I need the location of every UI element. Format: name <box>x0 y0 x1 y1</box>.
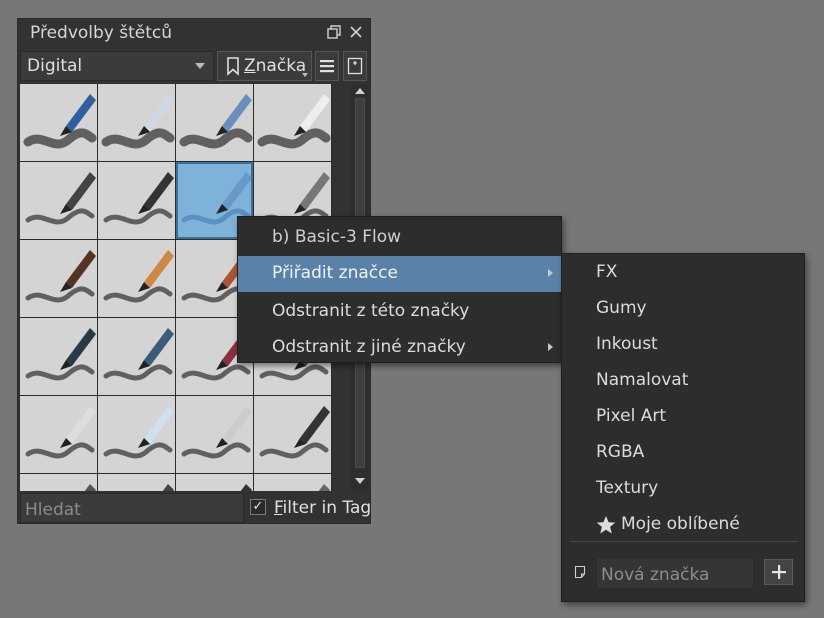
menu-item-label: Odstranit z této značky <box>272 301 470 321</box>
brush-thumbnail-icon <box>259 406 330 459</box>
tag-item-label: Textury <box>596 478 659 498</box>
menu-item-assign-to-tag[interactable]: Přiřadit značce <box>238 256 561 292</box>
search-field[interactable] <box>20 493 244 523</box>
document-icon <box>347 57 363 75</box>
brush-preset-tile[interactable] <box>20 84 97 161</box>
storage-button[interactable] <box>343 51 367 81</box>
brush-thumbnail-icon <box>162 484 174 491</box>
menu-separator <box>570 541 798 542</box>
brush-preset-tile[interactable] <box>254 84 331 161</box>
chevron-right-icon <box>548 343 553 351</box>
brush-preset-tile[interactable] <box>20 162 97 239</box>
tag-item-namalovat[interactable]: Namalovat <box>562 363 804 399</box>
view-mode-button[interactable] <box>315 51 339 81</box>
plus-icon <box>772 565 786 579</box>
tag-item-pixel-art[interactable]: Pixel Art <box>562 399 804 435</box>
tag-item-inkoust[interactable]: Inkoust <box>562 327 804 363</box>
checkbox[interactable]: ✓ <box>250 499 266 515</box>
brush-preset-tile[interactable] <box>176 84 253 161</box>
brush-thumbnail-icon <box>25 328 96 381</box>
brush-thumbnail-icon <box>179 94 253 149</box>
dropdown-indicator-icon <box>302 73 308 77</box>
tag-item-label: Namalovat <box>596 370 689 390</box>
float-docker-icon[interactable] <box>323 21 345 43</box>
tag-item-gumy[interactable]: Gumy <box>562 291 804 327</box>
new-tag-icon <box>574 565 586 579</box>
brush-thumbnail-icon <box>103 172 174 225</box>
resource-type-combo[interactable]: Digital <box>20 51 214 81</box>
brush-thumbnail-icon <box>101 94 175 149</box>
tag-item-rgba[interactable]: RGBA <box>562 435 804 471</box>
search-input[interactable] <box>21 494 243 522</box>
menu-item-label: Přiřadit značce <box>272 263 398 283</box>
brush-thumbnail-icon <box>103 406 174 459</box>
tag-item-label: RGBA <box>596 442 645 462</box>
brush-preset-tile[interactable] <box>98 84 175 161</box>
brush-thumbnail-icon <box>318 484 330 491</box>
brush-thumbnail-icon <box>25 406 96 459</box>
brush-preset-tile[interactable] <box>20 240 97 317</box>
new-tag-input[interactable] <box>596 557 754 589</box>
brush-preset-tile[interactable] <box>98 396 175 473</box>
filter-in-tag-label: Filter in Tag <box>274 498 372 518</box>
tag-item-label: Gumy <box>596 298 647 318</box>
brush-preset-tile[interactable] <box>20 318 97 395</box>
tag-item-label: Inkoust <box>596 334 658 354</box>
close-docker-icon[interactable] <box>345 21 367 43</box>
brush-preset-tile[interactable] <box>176 474 253 491</box>
brush-thumbnail-icon <box>103 250 174 303</box>
tag-item-fx[interactable]: FX <box>562 255 804 291</box>
tag-item-moje-oblibene[interactable]: Moje oblíbené <box>562 507 804 543</box>
resource-type-value: Digital <box>27 56 83 76</box>
tag-button-label: Značka <box>244 56 307 76</box>
brush-thumbnail-icon <box>103 328 174 381</box>
tag-item-label: Moje oblíbené <box>621 514 740 534</box>
brush-thumbnail-icon <box>84 484 96 491</box>
tag-item-label: Pixel Art <box>596 406 667 426</box>
tag-button[interactable]: Značka <box>217 51 312 81</box>
brush-preset-tile[interactable] <box>254 474 331 491</box>
brush-thumbnail-icon <box>25 172 96 225</box>
scroll-down-icon[interactable] <box>354 477 366 485</box>
brush-preset-tile[interactable] <box>254 396 331 473</box>
menu-item-label: Odstranit z jiné značky <box>272 337 466 357</box>
brush-preset-tile[interactable] <box>20 396 97 473</box>
menu-item-label: b) Basic-3 Flow <box>272 227 401 247</box>
star-icon <box>596 516 616 534</box>
brush-preset-tile[interactable] <box>176 396 253 473</box>
scroll-up-icon[interactable] <box>354 87 366 95</box>
menu-item-preset-name: b) Basic-3 Flow <box>238 220 561 256</box>
brush-preset-tile[interactable] <box>98 318 175 395</box>
add-tag-button[interactable] <box>764 559 793 585</box>
brush-thumbnail-icon <box>23 94 97 149</box>
chevron-right-icon <box>548 269 553 277</box>
assign-tag-submenu: FX Gumy Inkoust Namalovat Pixel Art RGBA… <box>561 253 805 602</box>
brush-thumbnail-icon <box>181 406 252 459</box>
preset-context-menu: b) Basic-3 Flow Přiřadit značce Odstrani… <box>237 216 562 363</box>
hamburger-icon <box>320 60 334 73</box>
bookmark-icon <box>227 57 239 76</box>
brush-preset-tile[interactable] <box>98 474 175 491</box>
docker-titlebar[interactable]: Předvolby štětců <box>18 19 370 47</box>
tag-item-textury[interactable]: Textury <box>562 471 804 507</box>
brush-preset-tile[interactable] <box>98 162 175 239</box>
docker-title: Předvolby štětců <box>30 23 173 43</box>
tag-item-label: FX <box>596 262 618 282</box>
brush-preset-tile[interactable] <box>98 240 175 317</box>
chevron-down-icon <box>195 63 205 69</box>
brush-thumbnail-icon <box>240 484 252 491</box>
brush-preset-tile[interactable] <box>20 474 97 491</box>
menu-item-remove-from-other-tag[interactable]: Odstranit z jiné značky <box>238 330 561 366</box>
brush-thumbnail-icon <box>25 250 96 303</box>
menu-item-remove-from-this-tag[interactable]: Odstranit z této značky <box>238 294 561 330</box>
brush-thumbnail-icon <box>257 94 331 149</box>
